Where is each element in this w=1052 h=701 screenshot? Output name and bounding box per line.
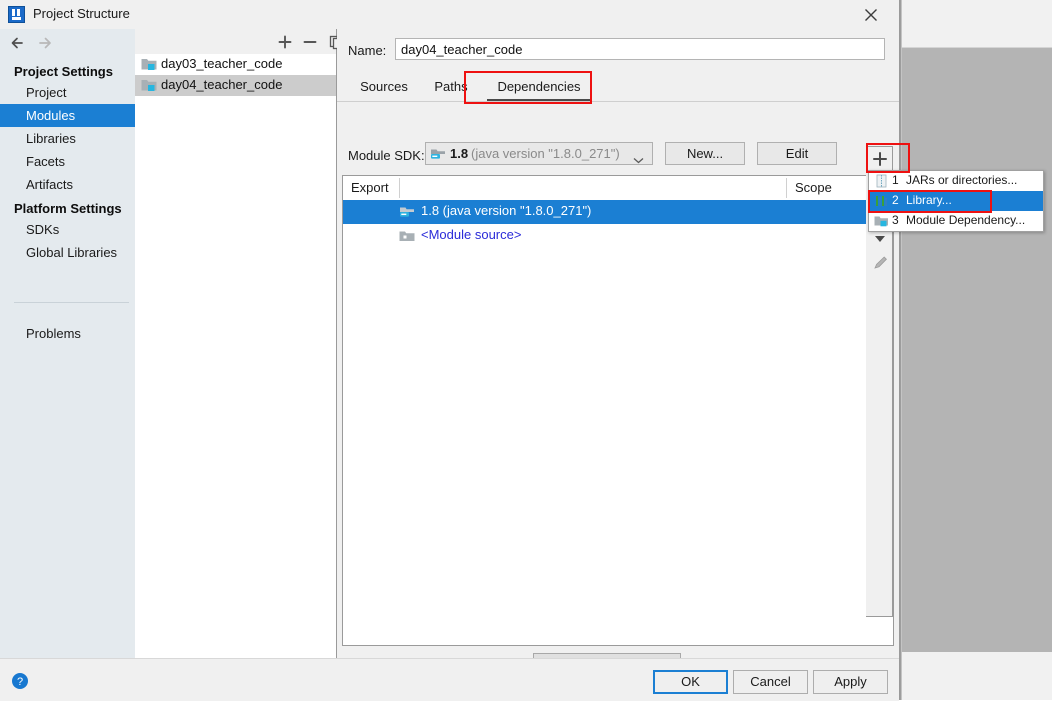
column-header-export: Export (351, 180, 389, 195)
sidebar-item-modules[interactable]: Modules (0, 104, 135, 127)
minus-icon[interactable] (301, 33, 319, 51)
sdk-icon (430, 147, 446, 161)
list-item-label: day04_teacher_code (161, 77, 283, 92)
settings-sidebar: Project Settings Project Modules Librari… (0, 29, 135, 658)
sidebar-item-artifacts[interactable]: Artifacts (0, 173, 135, 196)
module-sdk-label: Module SDK: (348, 148, 425, 163)
sidebar-item-facets[interactable]: Facets (0, 150, 135, 173)
background-strip-3 (900, 652, 1052, 677)
dependencies-table: Export Scope 1.8 (java version "1.8.0_27… (342, 175, 894, 646)
table-cell-name: <Module source> (421, 227, 522, 242)
sidebar-nav-buttons (0, 29, 135, 57)
dialog-shadow-edge (900, 0, 902, 700)
ok-button[interactable]: OK (653, 670, 728, 694)
menu-item-jars-or-directories[interactable]: 1 JARs or directories... (869, 171, 1043, 191)
tab-sources[interactable]: Sources (348, 73, 420, 101)
column-divider (399, 178, 400, 198)
column-header-scope: Scope (795, 180, 832, 195)
module-details-panel: Name: Sources Paths Dependencies Module … (337, 29, 899, 676)
background-strip-4 (900, 676, 1052, 700)
sidebar-group-project-settings: Project Settings (14, 64, 113, 79)
list-item-label: day03_teacher_code (161, 56, 283, 71)
name-label: Name: (348, 43, 387, 58)
menu-item-label: Module Dependency... (906, 213, 1026, 227)
sidebar-item-libraries[interactable]: Libraries (0, 127, 135, 150)
menu-item-number: 2 (892, 193, 899, 207)
module-folder-icon (141, 78, 157, 92)
tab-dependencies[interactable]: Dependencies (481, 73, 597, 101)
details-tabs: Sources Paths Dependencies (337, 73, 899, 102)
table-cell-name: 1.8 (java version "1.8.0_271") (421, 203, 592, 218)
background-strip-1 (900, 0, 1052, 24)
column-divider (786, 178, 787, 198)
list-item[interactable]: day04_teacher_code (135, 75, 336, 96)
dialog-title: Project Structure (33, 6, 130, 21)
tabs-divider (337, 101, 899, 102)
add-dependency-button[interactable] (868, 148, 892, 170)
module-sdk-select[interactable]: 1.8 (java version "1.8.0_271") (425, 142, 653, 165)
module-folder-icon (141, 57, 157, 71)
new-sdk-button[interactable]: New... (665, 142, 745, 165)
sdk-version: 1.8 (450, 146, 469, 161)
menu-item-label: JARs or directories... (906, 173, 1018, 187)
module-name-input[interactable] (395, 38, 885, 60)
help-icon[interactable]: ? (11, 672, 29, 690)
sidebar-item-global-libraries[interactable]: Global Libraries (0, 241, 135, 264)
table-row[interactable]: 1.8 (java version "1.8.0_271") (343, 200, 893, 224)
arrow-left-icon[interactable] (8, 33, 30, 53)
sidebar-group-platform-settings: Platform Settings (14, 201, 122, 216)
sidebar-item-problems[interactable]: Problems (0, 323, 135, 344)
chevron-down-icon (633, 152, 644, 167)
add-dependency-menu: 1 JARs or directories... 2 Library... 3 … (868, 170, 1044, 232)
dialog-footer: ? OK Cancel Apply (0, 658, 899, 701)
menu-item-number: 3 (892, 213, 899, 227)
module-tree-toolbar (135, 29, 343, 54)
arrow-right-icon[interactable] (36, 33, 58, 53)
dialog-title-bar: Project Structure (0, 0, 899, 29)
intellij-idea-icon (8, 6, 25, 23)
background-strip-2 (900, 23, 1052, 48)
module-dep-icon (874, 214, 889, 228)
module-source-icon (399, 229, 415, 243)
sdk-icon (399, 205, 415, 219)
table-header: Export Scope (343, 176, 893, 201)
sidebar-item-project[interactable]: Project (0, 81, 135, 104)
close-icon[interactable] (846, 0, 899, 29)
background-editor-area (900, 48, 1052, 652)
menu-item-library[interactable]: 2 Library... (869, 191, 1043, 211)
apply-button[interactable]: Apply (813, 670, 888, 694)
table-row[interactable]: <Module source> (343, 224, 893, 248)
tab-paths[interactable]: Paths (427, 73, 475, 101)
menu-item-module-dependency[interactable]: 3 Module Dependency... (869, 211, 1043, 231)
svg-text:?: ? (17, 676, 23, 688)
pencil-icon[interactable] (868, 252, 892, 274)
list-item[interactable]: day03_teacher_code (135, 54, 336, 75)
cancel-button[interactable]: Cancel (733, 670, 808, 694)
sidebar-list: Project Settings Project Modules Librari… (0, 59, 135, 264)
jar-icon (874, 174, 889, 188)
edit-sdk-button[interactable]: Edit (757, 142, 837, 165)
menu-item-number: 1 (892, 173, 899, 187)
menu-item-label: Library... (906, 193, 952, 207)
sidebar-divider (14, 302, 129, 303)
sidebar-item-sdks[interactable]: SDKs (0, 218, 135, 241)
sdk-description: (java version "1.8.0_271") (471, 146, 620, 161)
module-tree-panel: day03_teacher_code day04_teacher_code (135, 29, 343, 658)
project-structure-dialog: Project Structure Project Settings Proje… (0, 0, 900, 701)
library-icon (874, 194, 889, 208)
plus-icon[interactable] (276, 33, 294, 51)
